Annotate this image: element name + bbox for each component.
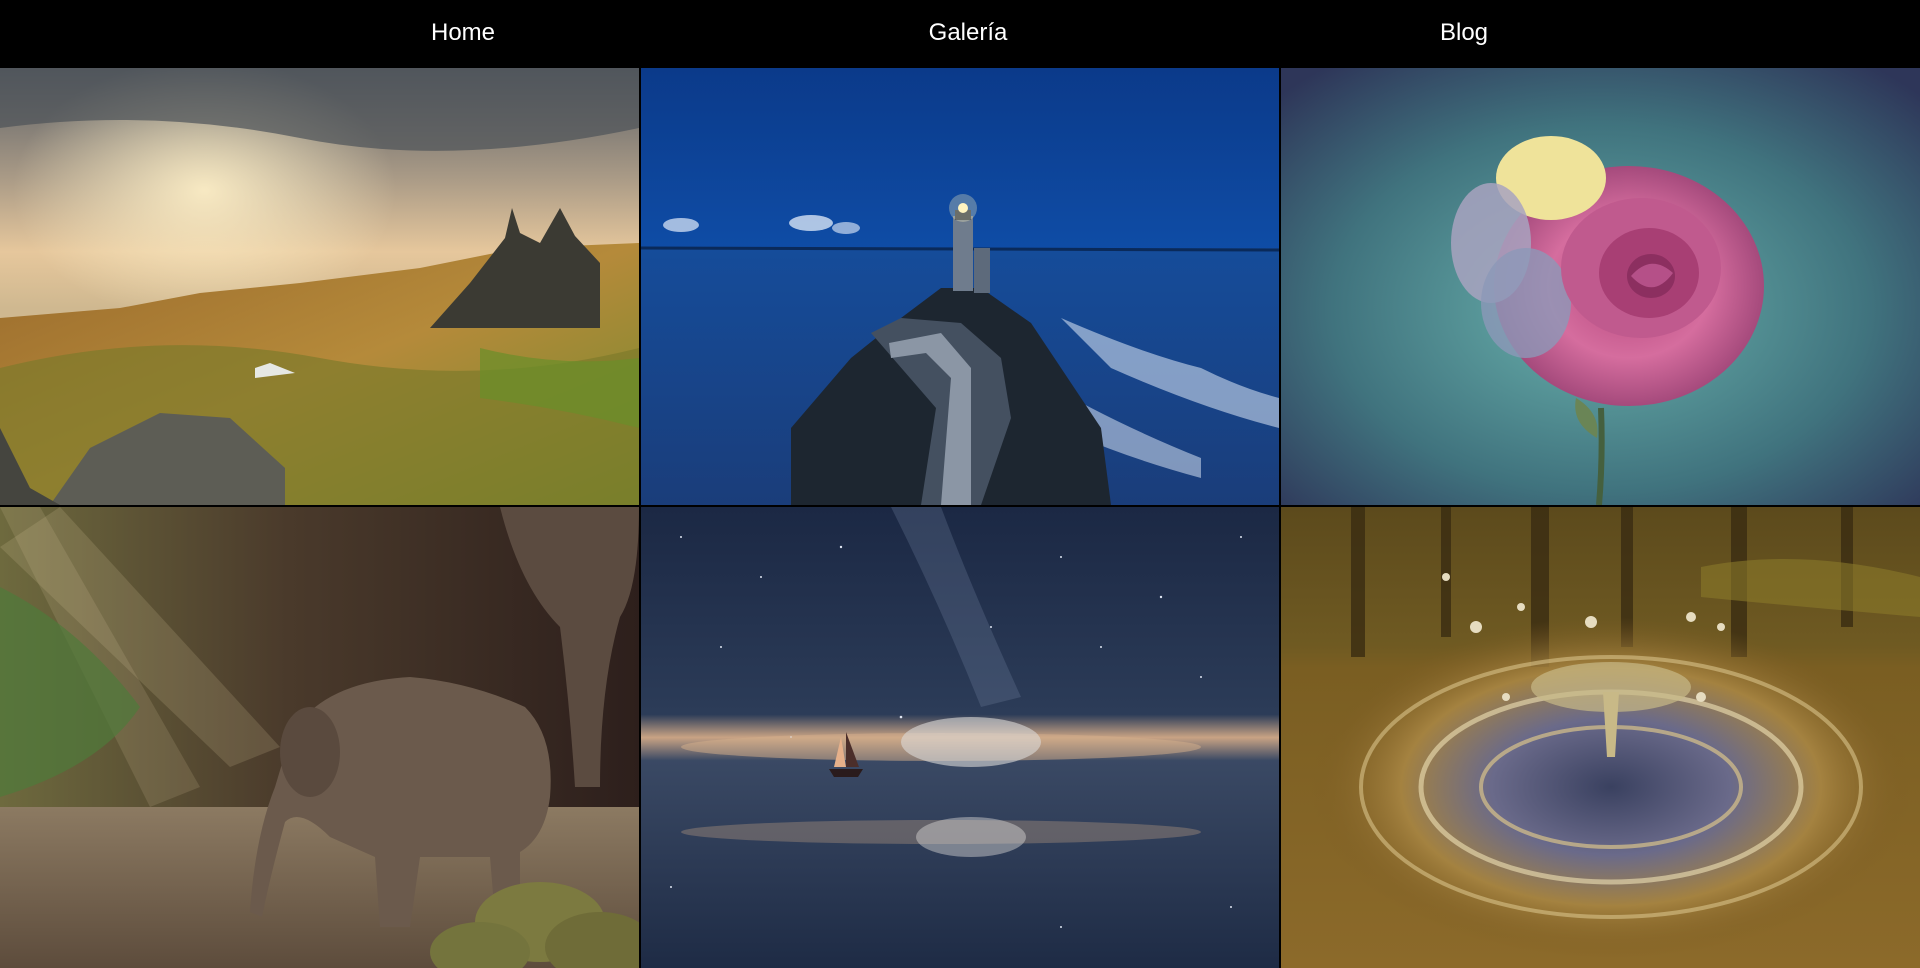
gallery-image-lighthouse[interactable]: [641, 68, 1279, 505]
top-navigation: Home Galería Blog: [0, 0, 1920, 68]
gallery-image-rose[interactable]: [1281, 68, 1920, 505]
nav-link-gallery[interactable]: Galería: [929, 0, 1008, 68]
gallery-image-water-drop-splash[interactable]: [1281, 507, 1920, 968]
nav-link-blog[interactable]: Blog: [1440, 0, 1488, 68]
nav-link-home[interactable]: Home: [431, 0, 495, 68]
elephants-image: [0, 507, 639, 968]
lighthouse-image: [641, 68, 1279, 505]
rose-image: [1281, 68, 1920, 505]
mountain-landscape-image: [0, 68, 639, 505]
gallery-image-mountain-landscape[interactable]: [0, 68, 639, 505]
gallery-image-sailboat-milky-way[interactable]: [641, 507, 1279, 968]
sailboat-milky-way-image: [641, 507, 1279, 968]
gallery-image-elephants[interactable]: [0, 507, 639, 968]
water-drop-splash-image: [1281, 507, 1920, 968]
